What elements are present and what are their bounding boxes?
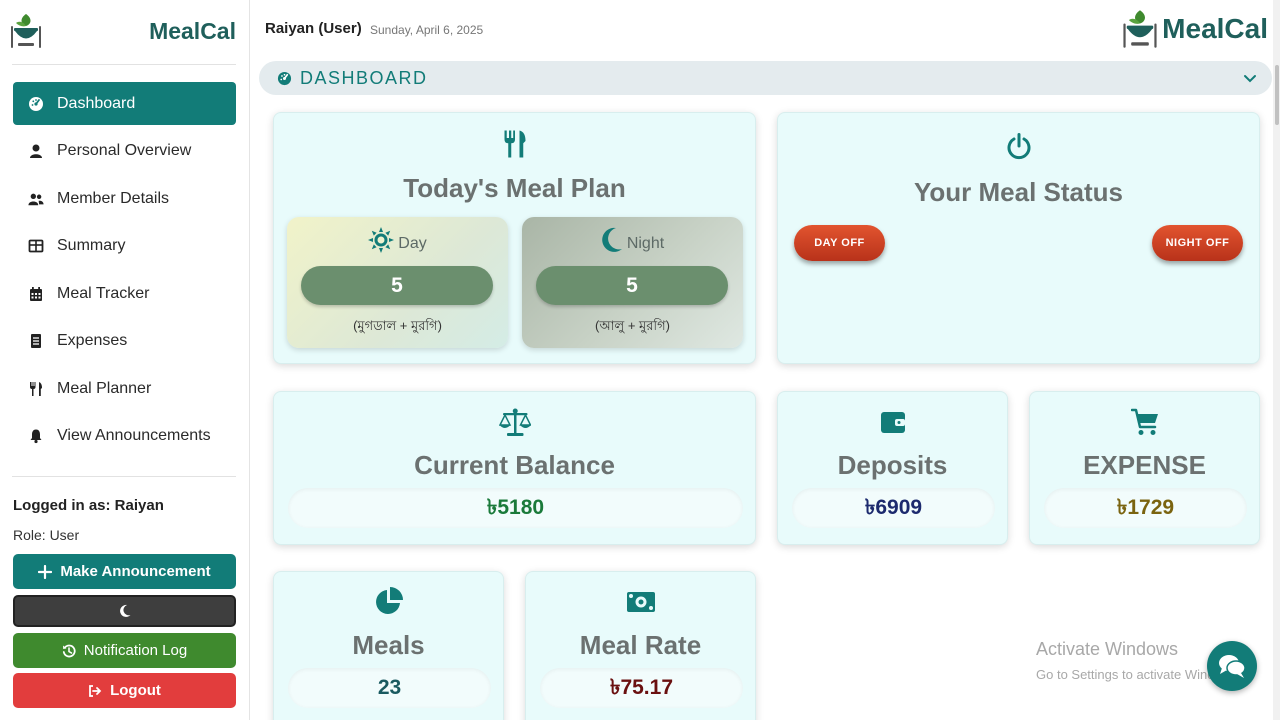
chat-icon: [1219, 655, 1246, 678]
theme-toggle-button[interactable]: [13, 595, 236, 627]
meal-status-title: Your Meal Status: [913, 177, 1123, 207]
current-balance-card: Current Balance ৳5180: [273, 391, 756, 545]
meal-plan-card: Today's Meal Plan Day 5 (মুগডাল + মুরগি)…: [273, 112, 756, 364]
meals-value: 23: [288, 668, 491, 708]
deposits-title: Deposits: [837, 450, 948, 480]
notification-log-label: Notification Log: [83, 642, 188, 659]
calendar-icon: [27, 285, 45, 303]
plus-icon: [38, 564, 53, 579]
sidebar-item-label: View Announcements: [57, 427, 211, 444]
mealcal-logo-icon: [11, 14, 41, 48]
dashboard-icon: [27, 95, 45, 113]
user-icon: [27, 142, 45, 160]
sidebar-item-label: Meal Planner: [57, 379, 152, 397]
header-logo-text: MealCal: [1162, 13, 1268, 44]
meal-rate-value: ৳75.17: [540, 668, 743, 708]
scrollbar-thumb[interactable]: [1275, 65, 1279, 125]
current-balance-title: Current Balance: [414, 450, 615, 480]
utensils-icon: [504, 130, 525, 158]
sidebar-item-meal-planner[interactable]: Meal Planner: [13, 367, 236, 410]
dashboard-icon: [277, 71, 292, 85]
logout-button[interactable]: Logout: [13, 673, 236, 708]
sidebar-item-label: Dashboard: [57, 94, 136, 112]
sidebar-item-label: Expenses: [57, 332, 128, 349]
sidebar-item-member-details[interactable]: Member Details: [13, 177, 236, 220]
day-meal-count: 5: [301, 266, 493, 305]
meals-card: Meals 23: [273, 571, 504, 720]
balance-scale-icon: [498, 408, 531, 436]
notification-log-button[interactable]: Notification Log: [13, 633, 236, 668]
night-meal-menu: (আলু + মুরগি): [595, 318, 670, 333]
moon-icon: [602, 227, 622, 252]
sidebar-item-label: Member Details: [57, 189, 170, 207]
moon-icon: [119, 604, 130, 617]
sidebar-item-label: Personal Overview: [57, 142, 192, 159]
meal-rate-card: Meal Rate ৳75.17: [525, 571, 756, 720]
meal-plan-title: Today's Meal Plan: [403, 173, 626, 203]
money-bill-icon: [626, 592, 655, 612]
power-icon: [1007, 133, 1030, 160]
logout-label: Logout: [110, 682, 161, 699]
chevron-down-icon[interactable]: [1242, 70, 1258, 86]
make-announcement-label: Make Announcement: [60, 563, 211, 580]
sidebar-item-expenses[interactable]: Expenses: [13, 320, 236, 363]
night-meal-panel: Night 5 (আলু + মুরগি): [522, 217, 743, 348]
header-username: Raiyan (User): [265, 20, 362, 37]
sidebar-nav: Dashboard Personal Overview Member Detai…: [13, 82, 236, 462]
sidebar-item-view-announcements[interactable]: View Announcements: [13, 415, 236, 458]
make-announcement-button[interactable]: Make Announcement: [13, 554, 236, 589]
activate-windows-title: Activate Windows: [1036, 639, 1179, 659]
current-balance-value: ৳5180: [288, 488, 743, 528]
day-meal-menu: (মুগডাল + মুরগি): [353, 318, 442, 333]
users-icon: [27, 190, 45, 208]
mealcal-logo-icon: [1123, 10, 1157, 48]
expense-value: ৳1729: [1044, 488, 1247, 528]
meal-rate-title: Meal Rate: [579, 630, 702, 660]
divider: [12, 476, 236, 477]
wallet-icon: [880, 412, 905, 433]
day-label: Day: [398, 235, 427, 252]
chat-button[interactable]: [1207, 641, 1257, 691]
sidebar-item-personal-overview[interactable]: Personal Overview: [13, 130, 236, 173]
deposits-value: ৳6909: [792, 488, 995, 528]
night-label: Night: [626, 235, 665, 252]
history-icon: [62, 644, 76, 657]
header-logo[interactable]: MealCal: [1122, 8, 1268, 50]
dashboard-section-header[interactable]: DASHBOARD: [259, 61, 1272, 95]
dashboard-title: DASHBOARD: [300, 67, 428, 88]
day-meal-panel: Day 5 (মুগডাল + মুরগি): [287, 217, 508, 348]
user-role: Role: User: [13, 527, 80, 543]
logged-in-user: Logged in as: Raiyan: [13, 497, 164, 514]
utensils-icon: [27, 380, 45, 398]
sidebar-brand-name: MealCal: [149, 18, 236, 44]
shopping-cart-icon: [1130, 408, 1158, 435]
sign-out-icon: [89, 684, 102, 697]
sidebar-item-summary[interactable]: Summary: [13, 225, 236, 268]
sun-icon: [368, 227, 395, 253]
day-off-button[interactable]: DAY OFF: [794, 225, 885, 261]
table-icon: [27, 237, 45, 255]
sidebar-item-meal-tracker[interactable]: Meal Tracker: [13, 272, 236, 315]
pie-chart-icon: [375, 587, 403, 614]
night-meal-count: 5: [536, 266, 728, 305]
expense-card: EXPENSE ৳1729: [1029, 391, 1260, 545]
header-date: Sunday, April 6, 2025: [370, 23, 484, 37]
divider: [12, 64, 236, 65]
sidebar-item-label: Summary: [57, 237, 126, 254]
sidebar-brand[interactable]: MealCal: [0, 0, 250, 64]
expense-title: EXPENSE: [1083, 450, 1206, 480]
sidebar: MealCal Dashboard Personal Overview Memb…: [0, 0, 250, 720]
receipt-icon: [27, 332, 45, 350]
bell-icon: [27, 427, 45, 445]
sidebar-item-label: Meal Tracker: [57, 284, 150, 302]
night-off-button[interactable]: NIGHT OFF: [1152, 225, 1243, 261]
sidebar-item-dashboard[interactable]: Dashboard: [13, 82, 236, 125]
meals-title: Meals: [352, 630, 425, 660]
deposits-card: Deposits ৳6909: [777, 391, 1008, 545]
